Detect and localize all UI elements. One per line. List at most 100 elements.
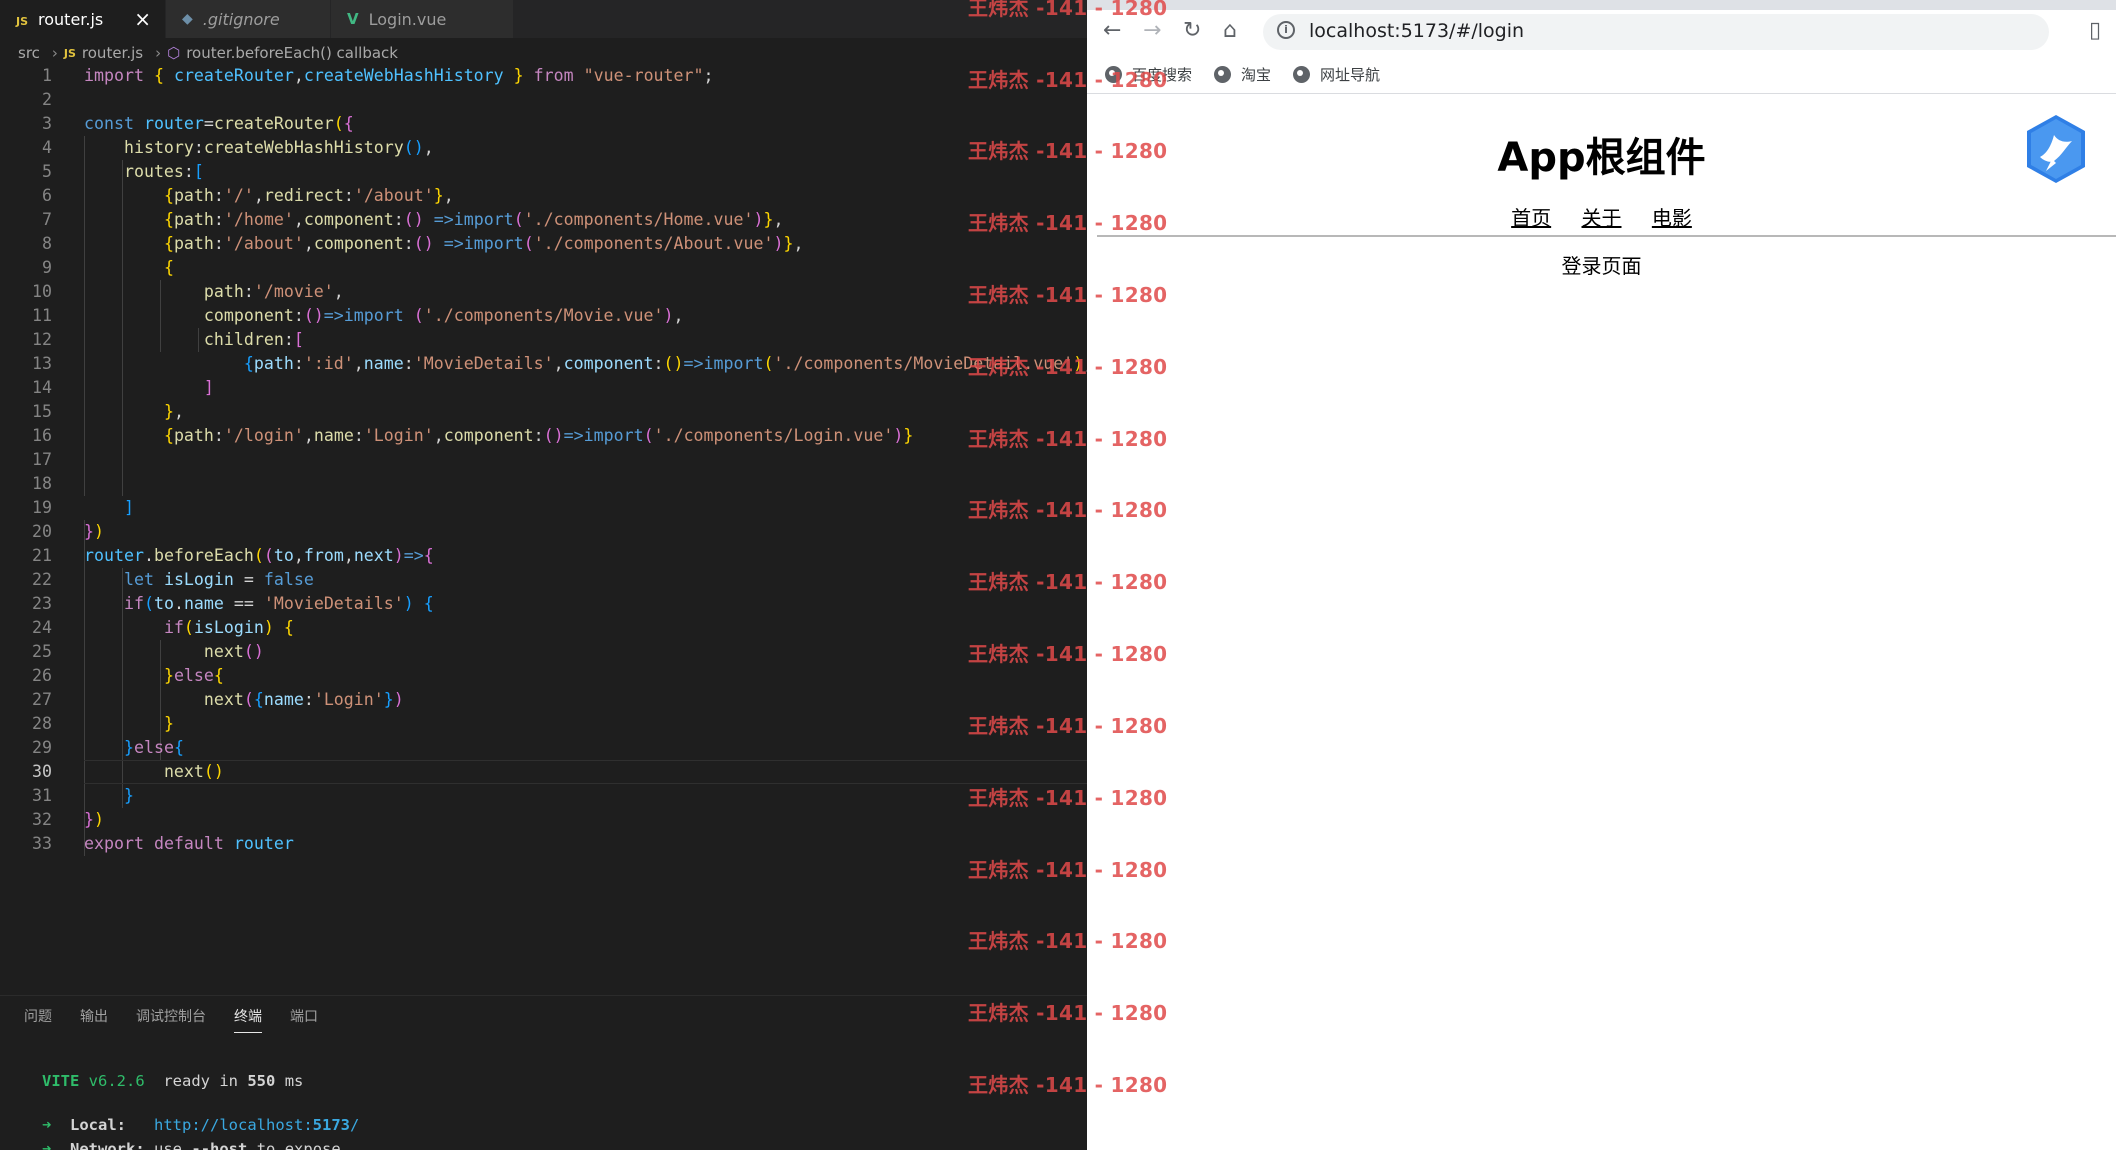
breadcrumb-file[interactable]: router.js	[82, 44, 143, 62]
line-number: 27	[32, 690, 52, 709]
line-number: 14	[32, 378, 52, 397]
code-line: 20})	[0, 520, 1087, 544]
code-line: 21 router.beforeEach((to,from,next)=>{	[0, 544, 1087, 568]
line-number: 23	[32, 594, 52, 613]
local-label: Local:	[70, 1116, 127, 1134]
local-url[interactable]: http://localhost:5173/	[154, 1116, 359, 1134]
line-number: 30	[32, 762, 52, 781]
line-number: 4	[42, 138, 52, 157]
line-number: 22	[32, 570, 52, 589]
tab-router-js[interactable]: JS router.js ×	[0, 0, 166, 38]
line-number: 20	[32, 522, 52, 541]
line-number: 7	[42, 210, 52, 229]
tab-debug-console[interactable]: 调试控制台	[136, 1006, 206, 1033]
arrow-right-icon: ➜	[42, 1140, 52, 1150]
line-number: 10	[32, 282, 52, 301]
code-editor: JS router.js × ◆ .gitignore V Login.vue src…	[0, 0, 1087, 1150]
watermark: 王炜杰 -141 - 1280	[968, 786, 1168, 810]
tab-gitignore[interactable]: ◆ .gitignore	[166, 0, 331, 38]
line-number: 18	[32, 474, 52, 493]
code-line: 19 ]	[0, 496, 1087, 520]
browser-window: ← → ↻ ⌂ i localhost:5173/#/login ⇪ ☆ ▯ 百…	[1087, 0, 2116, 1150]
terminal-line: ➜ Local: http://localhost:5173/	[42, 1116, 359, 1134]
vite-version: v6.2.6	[88, 1072, 145, 1090]
site-info-icon[interactable]: i	[1277, 21, 1295, 39]
line-number: 13	[32, 354, 52, 373]
nav-link-home[interactable]: 首页	[1511, 206, 1551, 230]
chevron-right-icon: ›	[155, 44, 162, 62]
code-line: 11 component:()=>import ('./components/M…	[0, 304, 1087, 328]
web-page: App根组件 首页 关于 电影 登录页面	[1087, 95, 2116, 1150]
js-file-icon: JS	[16, 14, 29, 28]
code-line: 12 children:[	[0, 328, 1087, 352]
watermark: 王炜杰 -141 - 1280	[968, 929, 1168, 953]
back-icon[interactable]: ←	[1103, 18, 1121, 43]
line-number: 31	[32, 786, 52, 805]
code-line: 4 history:createWebHashHistory(),	[0, 136, 1087, 160]
tab-ports[interactable]: 端口	[290, 1006, 318, 1033]
bookmark-label: 淘宝	[1241, 66, 1272, 84]
line-number: 19	[32, 498, 52, 517]
tab-label: router.js	[38, 9, 104, 29]
watermark: 王炜杰 -141 - 1280	[968, 642, 1168, 666]
editor-tab-bar: JS router.js × ◆ .gitignore V Login.vue	[0, 0, 1087, 38]
globe-icon	[1293, 66, 1311, 83]
breadcrumb: src › JS router.js › ⬡ router.beforeEach…	[0, 40, 1087, 66]
code-area[interactable]: 1 import { createRouter,createWebHashHist…	[0, 64, 1087, 856]
arrow-right-icon: ➜	[42, 1116, 52, 1134]
divider	[1097, 235, 2116, 237]
watermark: 王炜杰 -141 - 1280	[968, 427, 1168, 451]
code-line: 23 if(to.name == 'MovieDetails') {	[0, 592, 1087, 616]
line-number: 15	[32, 402, 52, 421]
tab-output[interactable]: 输出	[80, 1006, 108, 1033]
tab-problems[interactable]: 问题	[24, 1006, 52, 1033]
breadcrumb-folder[interactable]: src	[18, 44, 40, 62]
tab-login-vue[interactable]: V Login.vue	[331, 0, 514, 38]
watermark: 王炜杰 -141 - 1280	[968, 355, 1168, 379]
bookmark-label: 网址导航	[1320, 66, 1381, 84]
line-number: 21	[32, 546, 52, 565]
tab-terminal[interactable]: 终端	[234, 1006, 262, 1033]
bookmark-taobao[interactable]: 淘宝	[1214, 64, 1271, 85]
forward-icon[interactable]: →	[1143, 18, 1161, 43]
nav-link-movie[interactable]: 电影	[1652, 206, 1692, 230]
side-panel-icon[interactable]: ▯	[2089, 18, 2101, 43]
nav-link-about[interactable]: 关于	[1582, 206, 1622, 230]
code-line: 1 import { createRouter,createWebHashHist…	[0, 64, 1087, 88]
watermark: 王炜杰 -141 - 1280	[968, 139, 1168, 163]
terminal-line: VITE v6.2.6 ready in 550 ms	[42, 1072, 303, 1090]
watermark: 王炜杰 -141 - 1280	[968, 858, 1168, 882]
code-line: 33 export default router	[0, 832, 1087, 856]
network-label: Network:	[70, 1140, 145, 1150]
line-number: 25	[32, 642, 52, 661]
close-icon[interactable]: ×	[134, 7, 151, 31]
code-line: 17	[0, 448, 1087, 472]
network-text: to expose	[256, 1140, 341, 1150]
ms-unit: ms	[284, 1072, 304, 1090]
address-bar[interactable]: i localhost:5173/#/login ⇪ ☆	[1263, 14, 2049, 50]
code-line: 25 next()	[0, 640, 1087, 664]
code-line: 9 {	[0, 256, 1087, 280]
code-line: 22 let isLogin = false	[0, 568, 1087, 592]
home-icon[interactable]: ⌂	[1223, 18, 1237, 43]
line-number: 11	[32, 306, 52, 325]
network-flag: --host	[191, 1140, 248, 1150]
bird-logo-icon	[2027, 115, 2085, 183]
cube-icon: ⬡	[167, 44, 181, 62]
code-line: 6 {path:'/',redirect:'/about'},	[0, 184, 1087, 208]
line-number: 8	[42, 234, 52, 253]
line-number: 29	[32, 738, 52, 757]
reload-icon[interactable]: ↻	[1183, 18, 1201, 43]
code-line: 28 }	[0, 712, 1087, 736]
code-line: 18	[0, 472, 1087, 496]
code-line: 3 const router=createRouter({	[0, 112, 1087, 136]
breadcrumb-symbol[interactable]: router.beforeEach() callback	[186, 44, 398, 62]
browser-tab-strip	[1087, 0, 2116, 10]
watermark: 王炜杰 -141 - 1280	[968, 0, 1168, 20]
watermark: 王炜杰 -141 - 1280	[968, 570, 1168, 594]
terminal-panel: 问题 输出 调试控制台 终端 端口 VITE v6.2.6 ready in 5…	[0, 995, 1087, 1150]
code-line: 30 next()	[0, 760, 1087, 784]
bookmark-nav[interactable]: 网址导航	[1293, 64, 1380, 85]
line-number: 32	[32, 810, 52, 829]
url-text[interactable]: localhost:5173/#/login	[1309, 20, 1524, 42]
